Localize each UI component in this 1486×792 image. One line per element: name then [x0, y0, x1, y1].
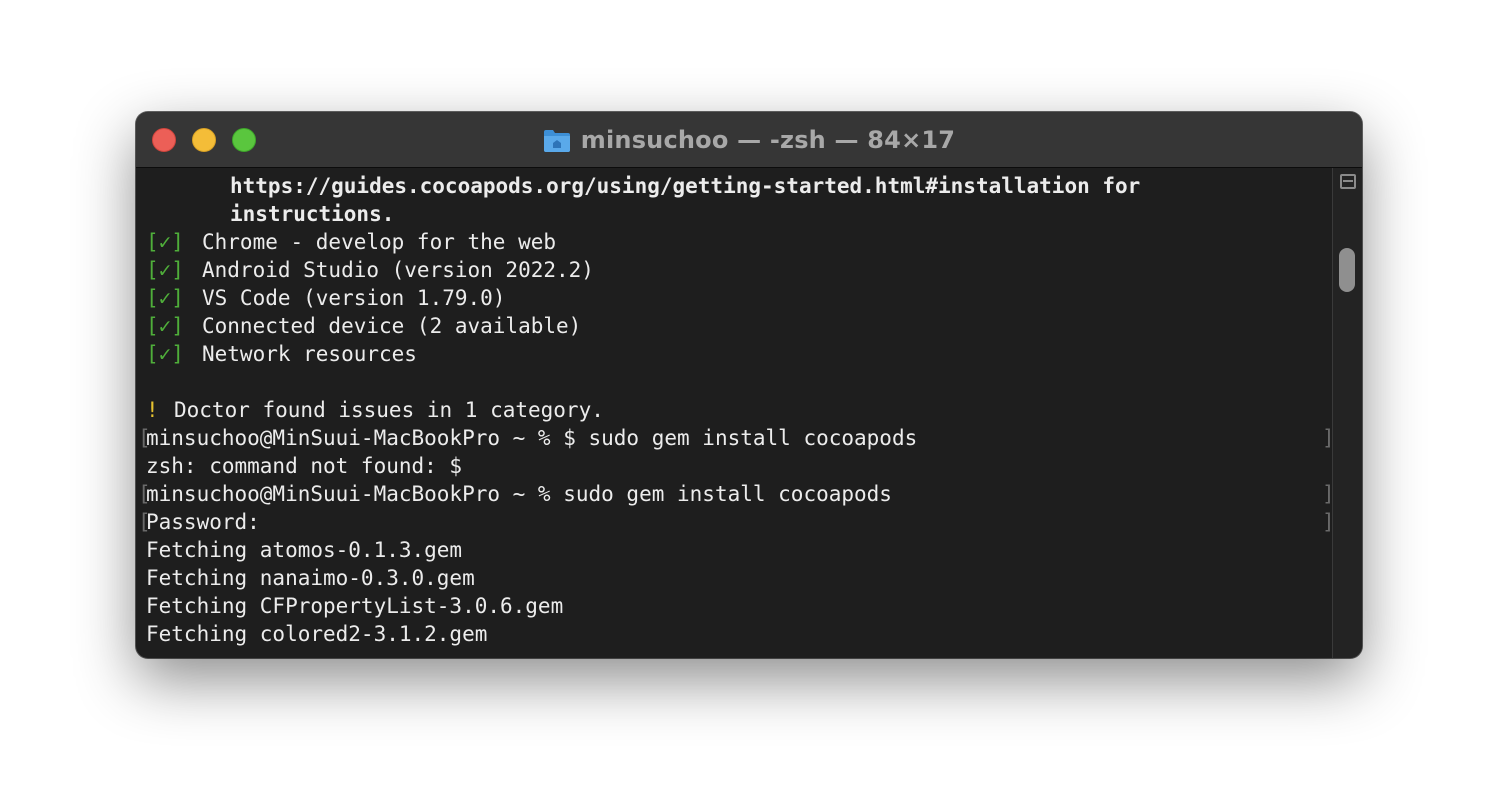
output-line: Connected device (2 available)	[202, 314, 582, 338]
output-line: VS Code (version 1.79.0)	[202, 286, 506, 310]
check-mark: [✓]	[146, 286, 184, 310]
output-line: Doctor found issues in 1 category.	[174, 398, 604, 422]
split-pane-icon[interactable]	[1340, 174, 1356, 189]
output-line: Fetching atomos-0.1.3.gem	[146, 538, 463, 562]
window-title: minsuchoo — -zsh — 84×17	[580, 126, 956, 154]
output-line: Android Studio (version 2022.2)	[202, 258, 594, 282]
terminal-output[interactable]: https://guides.cocoapods.org/using/getti…	[136, 168, 1332, 658]
output-line: instructions.	[230, 202, 395, 226]
check-mark: [✓]	[146, 342, 184, 366]
output-line: Fetching nanaimo-0.3.0.gem	[146, 566, 475, 590]
warning-mark: !	[146, 398, 159, 422]
mark-bracket-right: ]	[1322, 508, 1332, 536]
output-line: https://guides.cocoapods.org/using/getti…	[230, 174, 1141, 198]
check-mark: [✓]	[146, 258, 184, 282]
vertical-scrollbar[interactable]	[1332, 168, 1362, 658]
check-mark: [✓]	[146, 230, 184, 254]
check-mark: [✓]	[146, 314, 184, 338]
title-bar[interactable]: minsuchoo — -zsh — 84×17	[136, 112, 1362, 168]
output-line: Chrome - develop for the web	[202, 230, 557, 254]
output-line: Fetching CFPropertyList-3.0.6.gem	[146, 594, 564, 618]
terminal-window: minsuchoo — -zsh — 84×17 https://guides.…	[136, 112, 1362, 658]
window-title-group: minsuchoo — -zsh — 84×17	[136, 112, 1362, 168]
mark-bracket-right: ]	[1322, 480, 1332, 508]
mark-bracket-right: ]	[1322, 424, 1332, 452]
folder-icon	[543, 127, 571, 153]
prompt-line: minsuchoo@MinSuui-MacBookPro ~ % sudo ge…	[146, 482, 892, 506]
output-line: Network resources	[202, 342, 417, 366]
output-line: Fetching colored2-3.1.2.gem	[146, 622, 488, 646]
prompt-line: minsuchoo@MinSuui-MacBookPro ~ % $ sudo …	[146, 426, 918, 450]
output-line: zsh: command not found: $	[146, 454, 463, 478]
scrollbar-thumb[interactable]	[1339, 248, 1355, 292]
output-line: Password:	[146, 510, 260, 534]
